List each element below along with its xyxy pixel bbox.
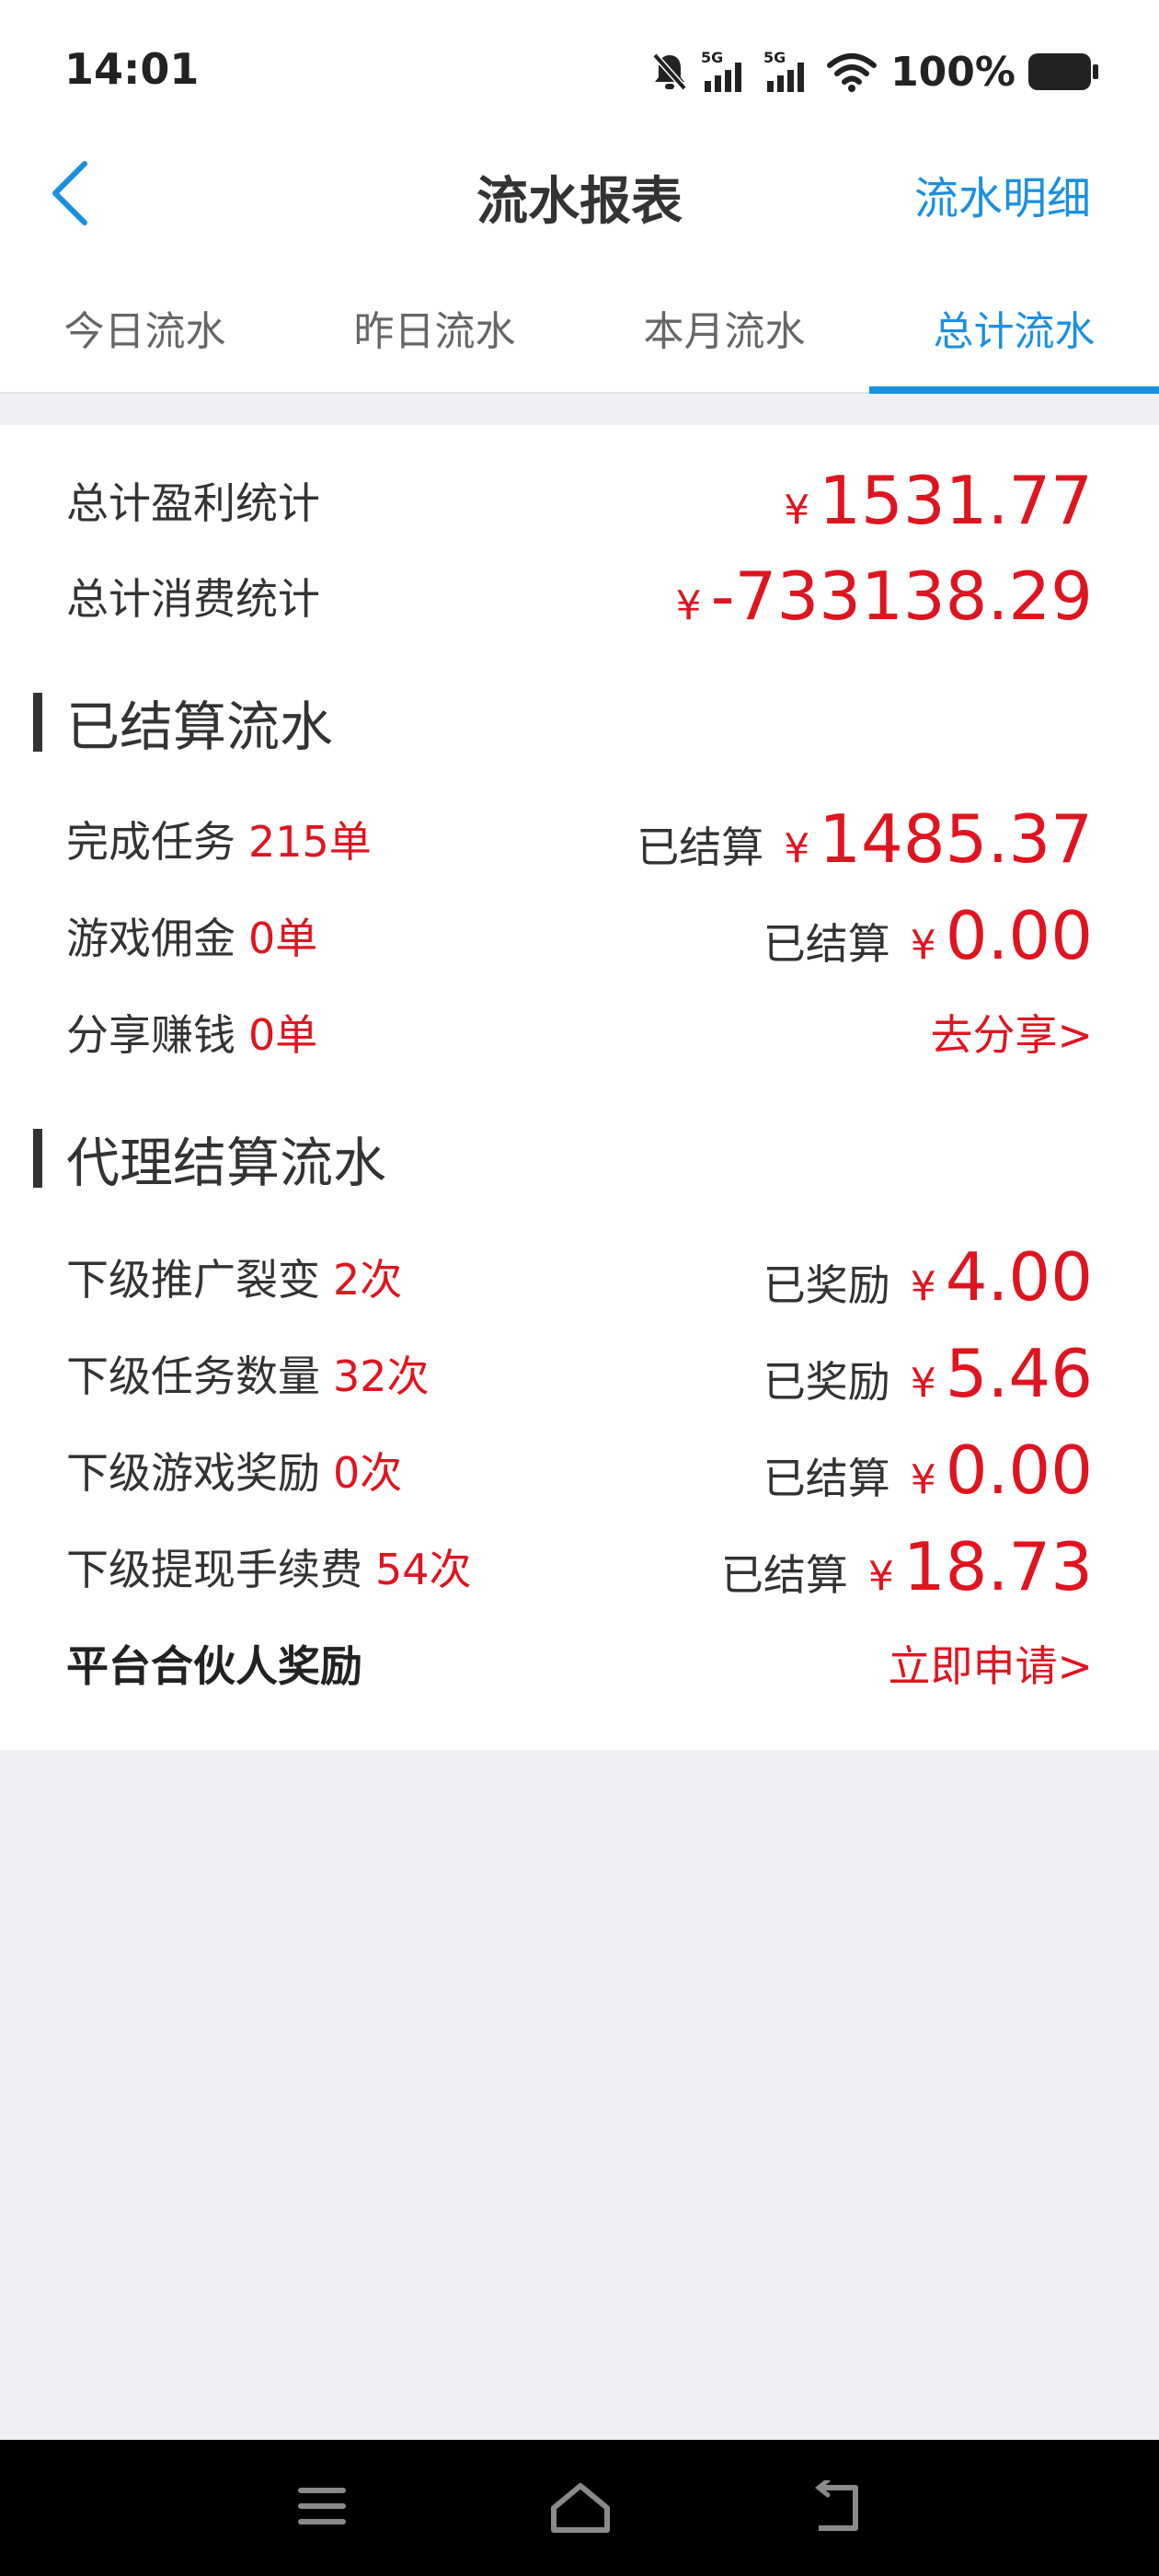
currency-symbol: ¥ (910, 1263, 936, 1310)
total-profit-row: 总计盈利统计 ¥ 1531.77 (66, 454, 1093, 546)
agent-row-withdraw-fee: 下级提现手续费 54次 已结算 ¥ 18.73 (66, 1521, 1093, 1613)
row-amount: 18.73 (902, 1528, 1093, 1605)
row-status: 已奖励 (763, 1357, 890, 1407)
currency-symbol: ¥ (675, 582, 702, 629)
total-profit-label: 总计盈利统计 (66, 478, 320, 528)
svg-text:5G: 5G (701, 50, 723, 66)
row-label-text: 下级提现手续费 (66, 1545, 362, 1594)
currency-symbol: ¥ (867, 1553, 894, 1600)
currency-symbol: ¥ (910, 1360, 936, 1407)
row-label: 完成任务 215单 (66, 809, 372, 869)
row-amount: 0.00 (945, 1432, 1093, 1509)
settled-section-header: 已结算流水 (33, 681, 333, 764)
row-label-text: 分享赚钱 (66, 1010, 235, 1060)
apply-now-link[interactable]: 立即申请> (888, 1633, 1093, 1694)
total-spend-label: 总计消费统计 (66, 574, 320, 624)
row-count: 54次 (375, 1545, 472, 1594)
wifi-icon (827, 53, 878, 92)
row-amount: 4.00 (945, 1238, 1093, 1316)
tab-yesterday[interactable]: 昨日流水 (290, 248, 580, 392)
total-spend-row: 总计消费统计 ¥ -733138.29 (66, 550, 1093, 642)
row-label-text: 游戏佣金 (66, 914, 235, 963)
row-status: 已结算 (720, 1550, 848, 1600)
currency-symbol: ¥ (910, 922, 936, 969)
section-title: 已结算流水 (66, 696, 334, 758)
row-label: 游戏佣金 0单 (66, 905, 317, 966)
row-label-text: 下级推广裂变 (66, 1255, 320, 1305)
row-label: 下级任务数量 32次 (66, 1343, 430, 1404)
tab-this-month[interactable]: 本月流水 (580, 248, 869, 392)
total-spend-value: -733138.29 (710, 558, 1093, 635)
signal-5g-icon: 5G (701, 50, 742, 92)
row-count: 0次 (333, 1448, 403, 1498)
home-icon[interactable] (548, 2480, 613, 2536)
row-status: 已奖励 (763, 1260, 890, 1310)
bell-muted-icon (652, 52, 687, 91)
back-nav-icon[interactable] (809, 2480, 865, 2536)
row-status: 已结算 (763, 919, 890, 969)
row-label-text: 下级任务数量 (66, 1351, 320, 1401)
settled-row-tasks: 完成任务 215单 已结算 ¥ 1485.37 (66, 793, 1093, 885)
row-count: 215单 (248, 817, 372, 867)
row-status: 已结算 (763, 1454, 890, 1503)
agent-row-referral: 下级推广裂变 2次 已奖励 ¥ 4.00 (66, 1231, 1093, 1323)
row-count: 0单 (248, 914, 318, 963)
go-share-link[interactable]: 去分享> (930, 1002, 1093, 1063)
currency-symbol: ¥ (784, 487, 810, 534)
menu-icon[interactable] (294, 2480, 350, 2532)
row-label: 下级游戏奖励 0次 (66, 1440, 402, 1501)
row-label: 下级提现手续费 54次 (66, 1536, 472, 1597)
row-amount: 0.00 (945, 897, 1093, 974)
row-label: 下级推广裂变 2次 (66, 1247, 402, 1307)
row-amount: 1485.37 (819, 800, 1093, 878)
settled-row-game: 游戏佣金 0单 已结算 ¥ 0.00 (66, 890, 1093, 982)
section-marker (33, 1129, 42, 1188)
row-count: 0单 (248, 1010, 318, 1060)
settled-row-share: 分享赚钱 0单 去分享> (66, 986, 1093, 1078)
row-count: 2次 (333, 1255, 403, 1305)
agent-row-partner: 平台合伙人奖励 立即申请> (66, 1617, 1093, 1709)
battery-level: 100% (890, 48, 1016, 96)
status-icons: 5G 5G 100% (651, 46, 1098, 98)
agent-section-header: 代理结算流水 (33, 1117, 386, 1200)
agent-row-game: 下级游戏奖励 0次 已结算 ¥ 0.00 (66, 1424, 1093, 1516)
flow-detail-link[interactable]: 流水明细 (914, 162, 1091, 226)
partner-reward-label: 平台合伙人奖励 (66, 1641, 362, 1691)
tab-today[interactable]: 今日流水 (0, 248, 290, 392)
agent-row-tasks: 下级任务数量 32次 已奖励 ¥ 5.46 (66, 1328, 1093, 1420)
battery-icon (1028, 53, 1098, 90)
row-label-text: 下级游戏奖励 (66, 1448, 320, 1498)
tab-total[interactable]: 总计流水 (869, 248, 1159, 394)
system-nav-bar (0, 2440, 1159, 2576)
row-status: 已结算 (637, 822, 764, 872)
currency-symbol: ¥ (910, 1456, 936, 1503)
row-amount: 5.46 (945, 1335, 1093, 1412)
currency-symbol: ¥ (784, 825, 810, 872)
svg-text:5G: 5G (763, 50, 786, 66)
status-bar: 14:01 5G 5G 100% (0, 0, 1159, 138)
tab-bar: 今日流水 昨日流水 本月流水 总计流水 (0, 248, 1159, 394)
total-profit-value: 1531.77 (819, 462, 1093, 539)
signal-5g-icon: 5G (763, 50, 805, 92)
status-time: 14:01 (64, 44, 200, 94)
nav-bar: 流水报表 流水明细 (0, 138, 1159, 248)
section-marker (33, 693, 42, 752)
report-card: 总计盈利统计 ¥ 1531.77 总计消费统计 ¥ -733138.29 已结算… (0, 425, 1159, 1750)
row-label-text: 完成任务 (66, 817, 235, 867)
row-label: 分享赚钱 0单 (66, 1002, 317, 1063)
row-count: 32次 (333, 1351, 430, 1401)
section-title: 代理结算流水 (66, 1132, 387, 1194)
